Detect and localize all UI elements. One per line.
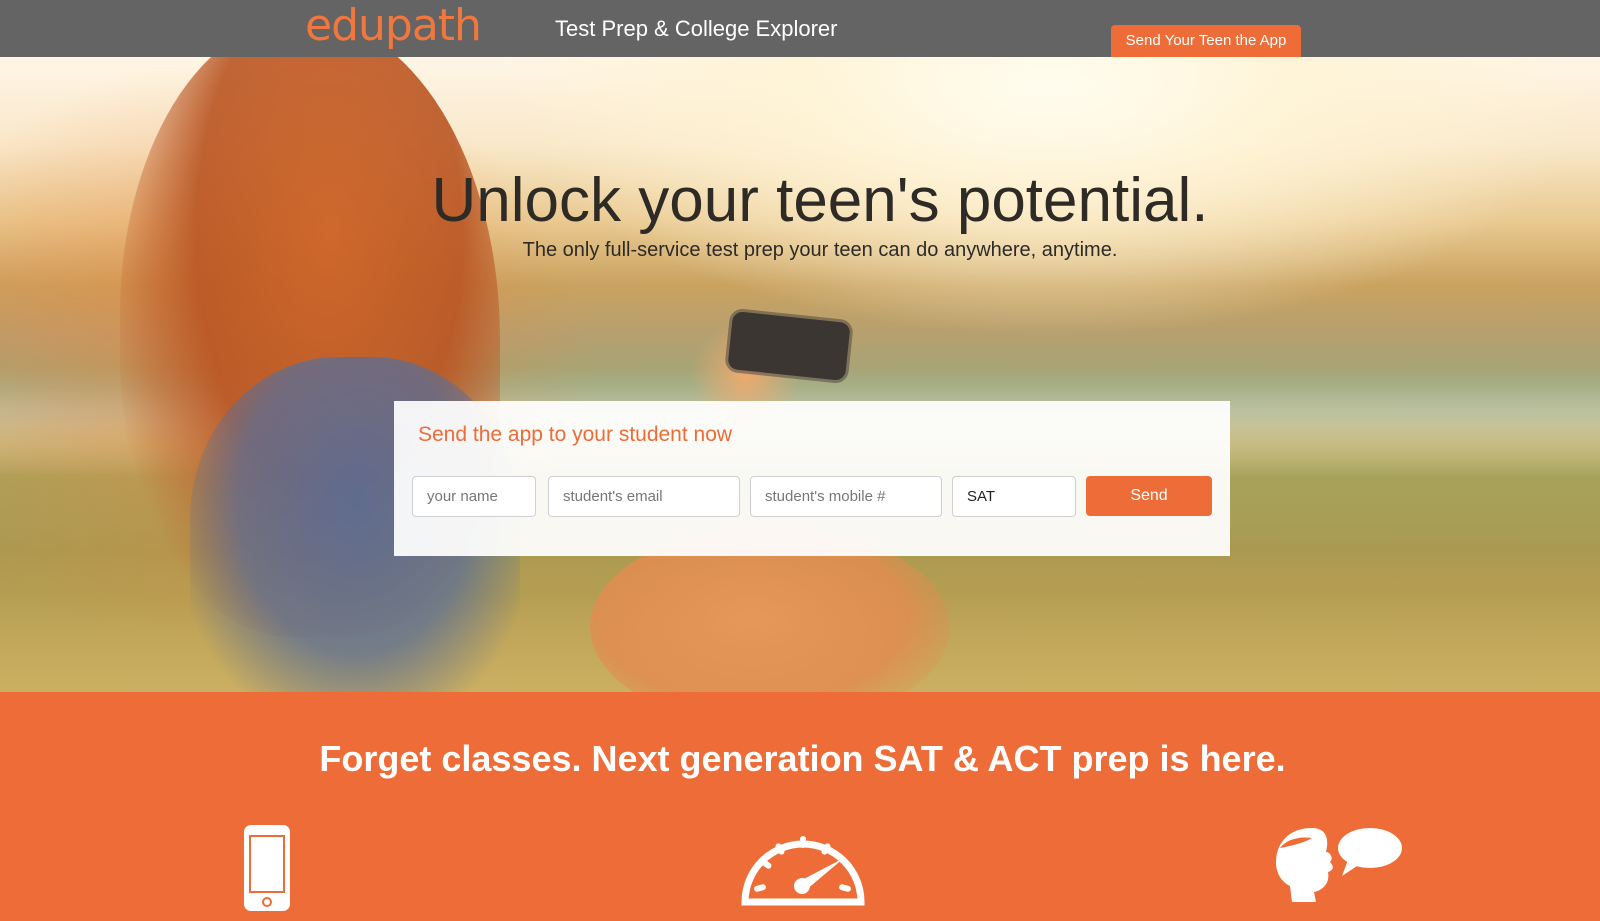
student-email-input[interactable] bbox=[548, 476, 740, 517]
speedometer-icon bbox=[741, 836, 865, 906]
hero-photo-phone bbox=[727, 310, 851, 382]
hero-section: Unlock your teen's potential. The only f… bbox=[0, 57, 1600, 692]
site-tagline: Test Prep & College Explorer bbox=[555, 16, 838, 41]
top-nav-bar: edupath Test Prep & College Explorer Sen… bbox=[0, 0, 1600, 57]
send-app-form: Send the app to your student now Send bbox=[394, 401, 1230, 556]
student-mobile-input[interactable] bbox=[750, 476, 942, 517]
features-band: Forget classes. Next generation SAT & AC… bbox=[0, 692, 1600, 921]
parent-name-input[interactable] bbox=[412, 476, 536, 517]
form-title: Send the app to your student now bbox=[418, 423, 733, 446]
features-title: Forget classes. Next generation SAT & AC… bbox=[319, 738, 1286, 779]
test-type-select[interactable] bbox=[952, 476, 1076, 517]
edupath-logo[interactable]: edupath bbox=[305, 0, 482, 57]
hero-headline: Unlock your teen's potential. bbox=[431, 166, 1209, 235]
send-button[interactable]: Send bbox=[1086, 476, 1212, 516]
smartphone-icon bbox=[244, 825, 290, 911]
send-teen-app-button[interactable]: Send Your Teen the App bbox=[1111, 25, 1301, 57]
hero-subheadline: The only full-service test prep your tee… bbox=[522, 239, 1118, 261]
tutor-chat-icon bbox=[1276, 828, 1402, 902]
